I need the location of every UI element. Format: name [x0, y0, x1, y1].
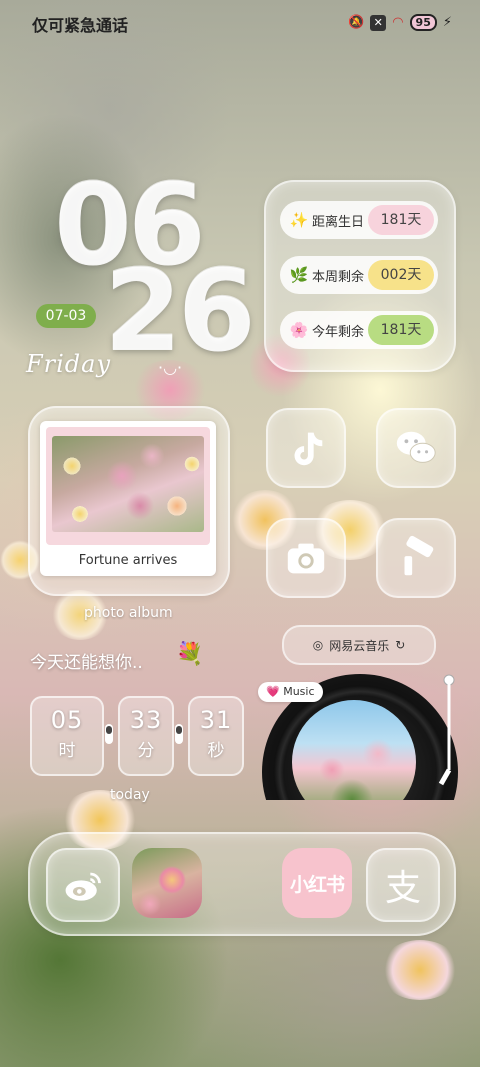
- wifi-icon: ◠: [392, 15, 404, 30]
- clip-decoration: [175, 724, 183, 744]
- battery-level: 95: [409, 14, 437, 31]
- timer-seconds-value: 31: [199, 706, 233, 734]
- heart-icon: 💗: [266, 685, 280, 698]
- timer-minutes-value: 33: [129, 706, 163, 734]
- no-sim-icon: ✕: [370, 14, 387, 31]
- timer-hours-unit: 时: [58, 741, 76, 761]
- flower-photo: [52, 436, 204, 532]
- timer-minutes: 33 分: [118, 696, 174, 776]
- status-icons: 🔕 ✕ ◠ 95 ⚡: [348, 14, 452, 31]
- xiaohongshu-app[interactable]: 小红书: [282, 848, 352, 918]
- tiktok-icon: [294, 432, 323, 466]
- paint-roller-icon: [404, 535, 434, 576]
- photo-caption: Fortune arrives: [78, 553, 178, 568]
- countdown-row: ✨ 距离生日 181天: [280, 201, 438, 239]
- refresh-icon: ↻: [395, 638, 406, 652]
- countdown-label: 今年剩余: [312, 324, 365, 340]
- music-tag-label: Music: [283, 685, 315, 698]
- countdown-row: 🌸 今年剩余 181天: [280, 311, 438, 349]
- camera-app[interactable]: [266, 518, 346, 598]
- timer-seconds-unit: 秒: [207, 741, 225, 761]
- sparkle-icon: ✨: [289, 211, 309, 229]
- flower-photo-app[interactable]: [132, 848, 202, 918]
- theme-app[interactable]: [376, 518, 456, 598]
- weibo-app[interactable]: [46, 848, 120, 922]
- flower-icon: 🌸: [289, 321, 309, 339]
- thought-text: 今天还能想你..: [30, 653, 143, 673]
- leaf-icon: 🌿: [289, 266, 309, 284]
- clip-decoration: [105, 724, 113, 744]
- music-tag: 💗 Music: [258, 682, 323, 702]
- timer-hours: 05 时: [30, 696, 104, 776]
- timer-seconds: 31 秒: [188, 696, 244, 776]
- bouquet-icon: 💐: [176, 642, 204, 667]
- countdown-value: 181天: [368, 205, 434, 235]
- countdown-value: 181天: [368, 315, 434, 345]
- countdown-label: 距离生日: [312, 214, 365, 230]
- weekday-label: Friday: [26, 350, 112, 378]
- mute-icon: 🔕: [348, 15, 365, 30]
- weibo-icon: [65, 872, 101, 901]
- tiktok-app[interactable]: [266, 408, 346, 488]
- photo-frame: [46, 427, 210, 545]
- timer-hours-value: 05: [50, 706, 84, 734]
- countdown-value: 002天: [368, 260, 434, 290]
- countdown-row: 🌿 本周剩余 002天: [280, 256, 438, 294]
- tonearm-icon: [438, 674, 455, 786]
- charging-icon: ⚡: [442, 15, 452, 30]
- date-pill: 07-03: [36, 304, 96, 328]
- timer-minutes-unit: 分: [137, 741, 155, 761]
- sun-icon: ·◡·: [158, 358, 183, 377]
- wechat-icon: [396, 431, 436, 463]
- music-app-name: 网易云音乐: [329, 638, 390, 653]
- camera-icon: [287, 543, 325, 574]
- photo-album-label: photo album: [84, 605, 173, 621]
- status-text: 仅可紧急通话: [32, 16, 129, 35]
- timer-label: today: [110, 787, 150, 803]
- clock-minute[interactable]: 26: [104, 256, 256, 368]
- countdown-label: 本周剩余: [312, 269, 365, 285]
- music-app-pill[interactable]: ◎ 网易云音乐 ↻: [282, 625, 436, 665]
- netease-icon: ◎: [312, 638, 324, 652]
- wechat-app[interactable]: [376, 408, 456, 488]
- alipay-app[interactable]: 支: [366, 848, 440, 922]
- photo-polaroid[interactable]: Fortune arrives: [40, 421, 216, 576]
